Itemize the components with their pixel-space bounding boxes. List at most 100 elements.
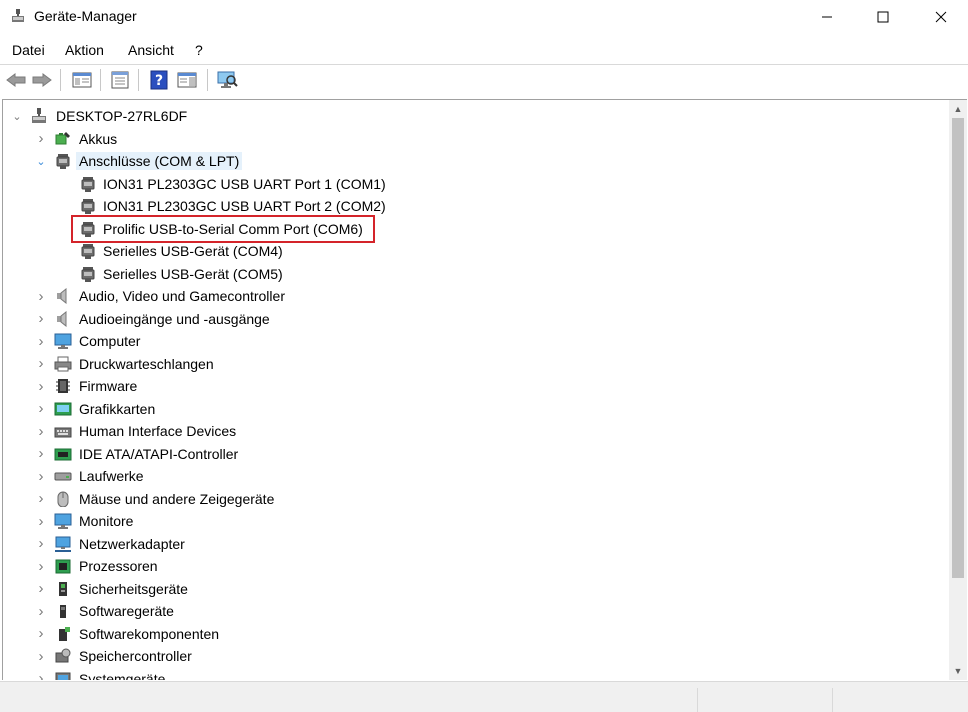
help-icon: ? [150, 70, 168, 90]
properties-button[interactable] [108, 68, 132, 92]
tree-device-label: ION31 PL2303GC USB UART Port 1 (COM1) [103, 175, 386, 192]
chevron-right-icon[interactable]: › [34, 400, 48, 417]
help-button[interactable]: ? [147, 68, 171, 92]
show-hide-console-tree-button[interactable] [70, 68, 94, 92]
network-adapter-icon [55, 536, 71, 552]
chevron-right-icon[interactable]: › [34, 558, 48, 575]
menu-bar: Datei Aktion Ansicht ? [0, 38, 968, 62]
chevron-right-icon[interactable]: › [34, 355, 48, 372]
chevron-right-icon[interactable]: › [34, 333, 48, 350]
status-divider [697, 688, 698, 712]
forward-arrow-icon [32, 73, 52, 87]
status-divider [832, 688, 833, 712]
chevron-right-icon[interactable]: › [34, 580, 48, 597]
maximize-icon [877, 11, 889, 23]
maximize-button[interactable] [860, 0, 906, 34]
vertical-scrollbar[interactable]: ▲ ▼ [949, 100, 967, 680]
chevron-right-icon[interactable]: › [34, 288, 48, 305]
tree-category-monitore[interactable]: › Monitore [3, 510, 943, 532]
ide-controller-icon [54, 448, 72, 460]
console-tree-icon [72, 72, 92, 88]
chevron-right-icon[interactable]: › [34, 513, 48, 530]
printer-icon [54, 356, 72, 371]
tree-category-label: Firmware [79, 378, 138, 394]
tree-device-ion31-pl2303gc-usb-uart-port-2-com2[interactable]: ION31 PL2303GC USB UART Port 2 (COM2) [3, 195, 943, 217]
tree-category-label: Human Interface Devices [79, 423, 237, 439]
chevron-right-icon[interactable]: › [34, 378, 48, 395]
scan-hardware-button[interactable] [215, 68, 239, 92]
chevron-right-icon[interactable]: › [34, 648, 48, 665]
tree-category-label: Anschlüsse (COM & LPT) [76, 152, 243, 170]
chevron-right-icon[interactable]: › [34, 490, 48, 507]
tree-category-laufwerke[interactable]: › Laufwerke [3, 465, 943, 487]
menu-aktion[interactable]: Aktion [65, 42, 104, 58]
tree-category-softwarekomponenten[interactable]: › Softwarekomponenten [3, 623, 943, 645]
tree-category-ide-ata-atapi-controller[interactable]: › IDE ATA/ATAPI-Controller [3, 443, 943, 465]
tree-category-label: Systemgeräte [79, 670, 166, 681]
forward-button[interactable] [30, 68, 54, 92]
chevron-right-icon[interactable]: › [34, 423, 48, 440]
system-device-icon [55, 672, 71, 680]
chevron-right-icon[interactable]: › [34, 670, 48, 680]
minimize-button[interactable] [804, 0, 850, 34]
chevron-right-icon[interactable]: › [34, 310, 48, 327]
properties-icon [111, 71, 129, 89]
software-device-icon [60, 605, 66, 618]
back-arrow-icon [6, 73, 26, 87]
tree-root-row[interactable]: ⌄ DESKTOP-27RL6DF [3, 105, 943, 127]
tree-category-grafikkarten[interactable]: › Grafikkarten [3, 398, 943, 420]
tree-category-speichercontroller[interactable]: › Speichercontroller [3, 645, 943, 667]
chevron-right-icon[interactable]: › [34, 535, 48, 552]
port-icon [81, 176, 95, 192]
tree-category-firmware[interactable]: › Firmware [3, 375, 943, 397]
back-button[interactable] [4, 68, 28, 92]
chevron-right-icon[interactable]: › [34, 468, 48, 485]
chevron-right-icon[interactable]: › [34, 130, 48, 147]
tree-category-systemgerate[interactable]: › Systemgeräte [3, 668, 943, 681]
tree-category-label: Audio, Video und Gamecontroller [79, 288, 285, 304]
scroll-down-icon[interactable]: ▼ [949, 662, 967, 679]
menu-help[interactable]: ? [195, 42, 203, 58]
tree-category-human-interface-devices[interactable]: › Human Interface Devices [3, 420, 943, 442]
chevron-right-icon[interactable]: › [34, 625, 48, 642]
action-pane-button[interactable] [175, 68, 199, 92]
tree-category-audioeingange-und-ausgange[interactable]: › Audioeingänge und -ausgänge [3, 308, 943, 330]
chevron-down-icon[interactable]: ⌄ [10, 108, 24, 124]
tree-category-netzwerkadapter[interactable]: › Netzwerkadapter [3, 533, 943, 555]
tree-category-label: Computer [79, 333, 141, 349]
tree-category-mause-und-andere-zeigegerate[interactable]: › Mäuse und andere Zeigegeräte [3, 488, 943, 510]
device-manager-app-icon [12, 9, 24, 22]
tree-category-label: Audioeingänge und -ausgänge [79, 310, 270, 327]
tree-category-label: Speichercontroller [79, 648, 192, 664]
device-tree-panel: ⌄ DESKTOP-27RL6DF › Akkus ⌄ Anschlüsse (COM… [2, 99, 967, 680]
tree-category-sicherheitsgerate[interactable]: › Sicherheitsgeräte [3, 578, 943, 600]
tree-category-label: Softwaregeräte [79, 603, 174, 619]
tree-category-akkus[interactable]: › Akkus [3, 128, 943, 150]
tree-category-label: Prozessoren [79, 558, 158, 574]
menu-datei[interactable]: Datei [12, 42, 45, 58]
security-device-icon [59, 581, 67, 596]
chevron-right-icon[interactable]: › [34, 603, 48, 620]
port-icon [81, 266, 95, 282]
tree-category-druckwarteschlangen[interactable]: › Druckwarteschlangen [3, 353, 943, 375]
tree-category-computer[interactable]: › Computer [3, 330, 943, 352]
close-button[interactable] [918, 0, 964, 34]
chevron-right-icon[interactable]: › [34, 445, 48, 462]
storage-controller-icon [55, 648, 71, 663]
menu-ansicht[interactable]: Ansicht [128, 42, 174, 58]
scroll-up-icon[interactable]: ▲ [949, 100, 967, 117]
tree-device-ion31-pl2303gc-usb-uart-port-1-com1[interactable]: ION31 PL2303GC USB UART Port 1 (COM1) [3, 173, 943, 195]
toolbar-separator [138, 69, 139, 91]
tree-category-prozessoren[interactable]: › Prozessoren [3, 555, 943, 577]
processor-icon [55, 559, 71, 574]
display-adapter-icon [54, 402, 72, 415]
tree-device-serielles-usb-gerat-com4[interactable]: Serielles USB-Gerät (COM4) [3, 240, 943, 262]
computer-root-icon [32, 108, 46, 123]
tree-category-softwaregerate[interactable]: › Softwaregeräte [3, 600, 943, 622]
toolbar-separator [100, 69, 101, 91]
tree-category-anschlusse-com-lpt[interactable]: ⌄ Anschlüsse (COM & LPT) [3, 150, 943, 172]
tree-category-audio-video-und-gamecontroller[interactable]: › Audio, Video und Gamecontroller [3, 285, 943, 307]
scrollbar-thumb[interactable] [952, 118, 964, 578]
tree-device-serielles-usb-gerat-com5[interactable]: Serielles USB-Gerät (COM5) [3, 263, 943, 285]
chevron-down-icon[interactable]: ⌄ [34, 153, 48, 169]
